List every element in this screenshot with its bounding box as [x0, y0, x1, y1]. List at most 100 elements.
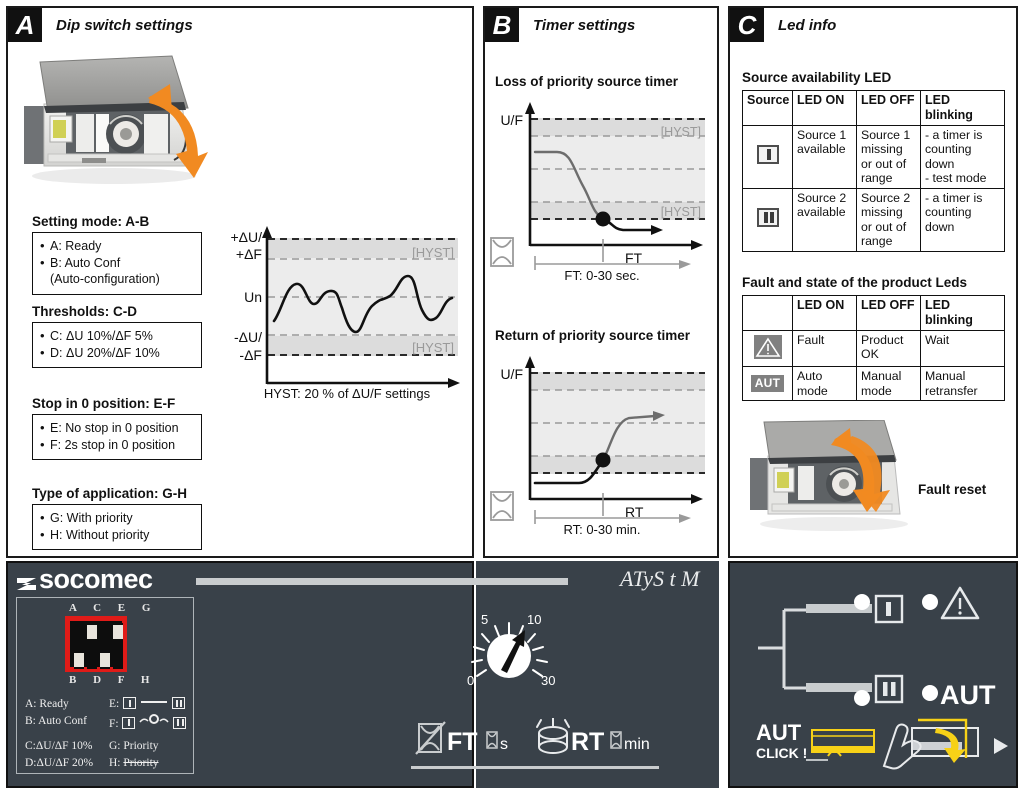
source-1-icon-cell — [742, 124, 793, 189]
svg-text:[HYST]: [HYST] — [661, 205, 701, 219]
fault-led-blink: Wait — [920, 329, 1005, 367]
dip-top-letters: A C E G — [69, 602, 158, 614]
th-fault-on: LED ON — [792, 295, 857, 331]
svg-text:10: 10 — [527, 612, 541, 627]
panel-b-header: B Timer settings — [485, 8, 635, 42]
dip-legend-d: D:ΔU/ΔF 20% — [25, 756, 94, 769]
warning-triangle-icon — [753, 334, 782, 362]
logo-divider-rule — [196, 578, 568, 585]
dip-legend-gh: G: Priority H: Priority — [109, 738, 159, 771]
dip-switch-1[interactable] — [74, 623, 84, 669]
fault-reset-product-photo — [748, 420, 928, 540]
th-led-blink: LED blinking — [920, 90, 1005, 126]
group-stop-position: Stop in 0 position: E-F E: No stop in 0 … — [32, 396, 202, 460]
source-1-icon — [123, 697, 137, 709]
dip-legend-ef: E: F: — [109, 696, 187, 732]
aut-led-off: Manual mode — [856, 366, 921, 401]
source-2-icon — [171, 697, 185, 709]
source-2-icon-cell — [742, 187, 793, 252]
dip-bottom-letters: B D F H — [69, 674, 157, 686]
src2-led-blink: - a timer is counting down — [920, 187, 1005, 252]
aut-button-graphic — [806, 729, 875, 761]
warning-icon-cell — [742, 329, 793, 367]
hourglass-small-icon-ft — [486, 731, 498, 749]
panel-c-header: C Led info — [730, 8, 836, 42]
aut-icon-cell: AUT — [742, 366, 793, 401]
table-header-row: Source LED ON LED OFF LED blinking — [742, 90, 1005, 126]
type-item-h: H: Without priority — [39, 526, 195, 544]
group-thresholds-box: C: ΔU 10%/ΔF 5% D: ΔU 20%/ΔF 10% — [32, 322, 202, 368]
svg-text:RT: RT — [571, 728, 604, 756]
panel-timer-settings: B Timer settings Loss of priority source… — [483, 6, 719, 558]
fault-led-on: Fault — [792, 329, 857, 367]
panel-b-title: Timer settings — [533, 16, 636, 34]
th-source: Source — [742, 90, 793, 126]
svg-text:U/F: U/F — [500, 366, 523, 382]
svg-text:0: 0 — [467, 673, 474, 688]
src2-led-off: Source 2 missing or out of range — [856, 187, 921, 252]
dip-legend-e-row: E: — [109, 696, 187, 713]
table-row: Source 2 available Source 2 missing or o… — [742, 187, 1005, 252]
group-setting-mode-title: Setting mode: A-B — [32, 214, 150, 229]
svg-text:Un: Un — [244, 289, 262, 305]
socomec-logo-mark — [16, 570, 38, 590]
panel-a-header: A Dip switch settings — [8, 8, 193, 42]
dip-legend-cd: C:ΔU/ΔF 10% D:ΔU/ΔF 20% — [25, 738, 93, 771]
hysteresis-chart: +ΔU/ +ΔF Un -ΔU/ -ΔF [HYST] [HYST] HYST:… — [208, 226, 470, 411]
svg-text:+ΔF: +ΔF — [236, 246, 262, 262]
src1-led-on: Source 1 available — [792, 124, 857, 189]
page-root: A Dip switch settings Setting mode: A-B … — [0, 0, 1024, 790]
group-setting-mode-box: A: Ready B: Auto Conf (Auto-configuratio… — [32, 232, 202, 295]
threshold-item-d: D: ΔU 20%/ΔF 10% — [39, 344, 195, 362]
panel-b-letter: B — [485, 8, 519, 42]
svg-text:s: s — [500, 736, 508, 753]
setting-mode-item-b-sub: (Auto-configuration) — [50, 272, 160, 286]
source-1-icon — [756, 145, 779, 165]
dip-legend-e: E: — [109, 698, 120, 710]
table-row: Source 1 available Source 1 missing or o… — [742, 124, 1005, 189]
aut-led-blink: Manual retransfer — [920, 366, 1005, 401]
th-fault-off: LED OFF — [856, 295, 921, 331]
aut-badge-icon: AUT — [750, 375, 785, 392]
socomec-wordmark: socomec — [39, 563, 153, 594]
return-timer-caption: RT: 0-30 min. — [563, 522, 641, 537]
svg-text:+ΔU/: +ΔU/ — [230, 229, 262, 245]
source-2-icon — [756, 208, 779, 228]
dip-legend-h-strike: Priority — [123, 756, 159, 769]
return-timer-title: Return of priority source timer — [495, 328, 691, 343]
panel-c-letter: C — [730, 8, 764, 42]
th-fault-icon — [742, 295, 793, 331]
bottom-middle-divider-rule — [411, 766, 659, 769]
dip-switch-inner — [70, 621, 123, 669]
svg-text:AUT: AUT — [940, 680, 996, 710]
svg-text:U/F: U/F — [500, 112, 523, 128]
table-row: Fault Product OK Wait — [742, 329, 1005, 367]
loss-of-priority-source-timer-chart: U/F [HYST] [HYST] FT FT: 0-30 sec. — [485, 96, 717, 283]
socomec-logo: socomec — [16, 563, 153, 594]
source-2-icon — [173, 716, 187, 729]
dip-switch-reference-card: A C E G B D F H A: Ready B: Auto Conf E:… — [16, 597, 194, 774]
dip-switch-2[interactable] — [87, 623, 97, 669]
dip-switch-4[interactable] — [113, 623, 123, 669]
table-row: AUT Auto mode Manual mode Manual retrans… — [742, 366, 1005, 401]
group-stop-position-box: E: No stop in 0 position F: 2s stop in 0… — [32, 414, 202, 460]
dip-legend-f: F: — [109, 717, 119, 730]
panel-a-letter: A — [8, 8, 42, 42]
setting-mode-item-a: A: Ready — [39, 237, 195, 255]
panel-led-info: C Led info Source availability LED Sourc… — [728, 6, 1018, 558]
table-header-row: LED ON LED OFF LED blinking — [742, 295, 1005, 331]
group-stop-position-title: Stop in 0 position: E-F — [32, 396, 176, 411]
svg-text:RT: RT — [625, 504, 644, 520]
dip-switch-3[interactable] — [100, 623, 110, 669]
dip-legend-a: A: Ready — [25, 698, 69, 710]
hysteresis-chart-caption: HYST: 20 % of ΔU/F settings — [263, 386, 431, 401]
hand-turn-icon — [882, 718, 979, 770]
hourglass-small-icon-rt — [610, 731, 622, 749]
rotary-timer-knob[interactable]: 0 5 10 30 — [455, 600, 565, 705]
th-fault-blink: LED blinking — [920, 295, 1005, 331]
svg-text:5: 5 — [481, 612, 488, 627]
panel-a-title: Dip switch settings — [56, 16, 193, 34]
stop-item-e: E: No stop in 0 position — [39, 419, 195, 437]
return-of-priority-source-timer-chart: U/F RT RT: 0-30 min. — [485, 350, 717, 537]
dip-legend-h-row: H: Priority — [109, 755, 159, 772]
